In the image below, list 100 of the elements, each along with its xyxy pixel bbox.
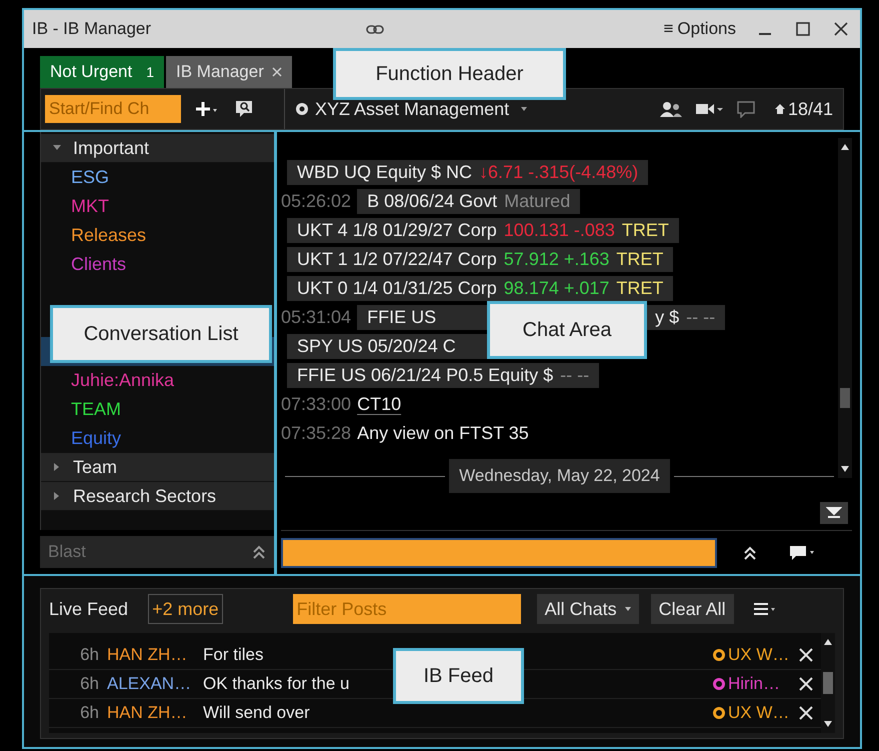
message-text: 57.912 +.163 xyxy=(504,248,610,271)
message-text: TRET xyxy=(616,277,664,300)
caret-icon xyxy=(521,107,528,111)
post-text: Will send over xyxy=(202,702,310,724)
callout-tooltip: Function Header xyxy=(333,48,566,100)
expand-triangle-icon[interactable] xyxy=(53,463,61,471)
tab[interactable]: IB Manager xyxy=(166,56,292,88)
video-camera-icon[interactable] xyxy=(696,101,723,117)
group-header[interactable]: Team xyxy=(41,453,274,482)
message-text: FFIE US xyxy=(367,306,436,329)
message-text: -- -- xyxy=(686,306,716,329)
message-text: ↓6.71 -.315(-4.48%) xyxy=(479,161,638,184)
callout-tooltip: Chat Area xyxy=(487,301,647,359)
conversation-name: Equity xyxy=(71,427,122,450)
menu-icon[interactable] xyxy=(754,602,775,616)
options-menu[interactable]: ≡ Options xyxy=(663,16,736,42)
conversation-name: MKT xyxy=(71,195,109,218)
sender-name[interactable]: HAN ZH… xyxy=(103,642,199,668)
link-icon[interactable] xyxy=(366,22,384,36)
scroll-down-icon[interactable] xyxy=(841,466,849,472)
post-text: For tiles xyxy=(202,644,264,666)
conversation-item[interactable]: TEAM xyxy=(41,395,274,424)
scroll-up-icon[interactable] xyxy=(824,639,832,645)
message-text: UKT 4 1/8 01/29/27 Corp xyxy=(297,219,497,242)
date-separator: Wednesday, May 22, 2024 xyxy=(449,459,670,493)
menu-icon: ≡ xyxy=(663,16,674,42)
blast-field[interactable]: Blast xyxy=(40,536,274,568)
timestamp: 07:35:28 xyxy=(281,422,352,445)
conversation-name: ESG xyxy=(71,166,110,189)
message-text: B 08/06/24 Govt xyxy=(367,190,498,213)
conversation-name: Releases xyxy=(71,224,146,247)
conversation-name: Clients xyxy=(71,253,126,276)
maximize-icon[interactable] xyxy=(796,22,810,36)
conversation-name: TEAM xyxy=(71,398,122,421)
room-tag[interactable]: UX W… xyxy=(713,642,799,668)
message-counter: 18/41 xyxy=(774,96,833,122)
sender-name[interactable]: ALEXAN… xyxy=(103,671,199,697)
post-text: OK thanks for the u xyxy=(202,673,350,696)
chat-bubble-icon[interactable] xyxy=(789,544,815,560)
all-chats-dropdown[interactable]: All Chats xyxy=(536,594,639,624)
message-text: Any view on FTST 35 xyxy=(357,422,529,445)
message-text: Matured xyxy=(504,190,570,213)
scroll-thumb[interactable] xyxy=(840,388,850,408)
post-age: 6h xyxy=(79,644,100,666)
scroll-up-icon[interactable] xyxy=(841,144,849,150)
add-icon[interactable] xyxy=(195,100,219,118)
conversation-item[interactable]: ESG xyxy=(41,163,274,192)
filter-field[interactable]: Filter Posts xyxy=(292,594,521,624)
scrollbar[interactable] xyxy=(838,138,852,478)
feed-title: Live Feed xyxy=(49,598,128,620)
group-header[interactable]: Research Sectors xyxy=(41,482,274,511)
tab-count: 1 xyxy=(146,62,154,82)
more-button[interactable]: +2 more xyxy=(148,594,223,624)
scroll-to-bottom-button[interactable] xyxy=(820,502,848,524)
room-tag[interactable]: Hirin… xyxy=(713,671,799,697)
expand-triangle-icon[interactable] xyxy=(53,492,61,500)
scrollbar[interactable] xyxy=(821,633,835,733)
timestamp: 07:33:00 xyxy=(281,393,352,416)
message-text: 100.131 -.083 xyxy=(504,219,615,242)
people-icon[interactable] xyxy=(660,101,682,117)
callout-tooltip: IB Feed xyxy=(393,648,524,704)
sender-name[interactable]: HAN ZH… xyxy=(103,700,199,726)
caret-icon xyxy=(624,607,631,611)
timestamp: 05:26:02 xyxy=(281,190,352,213)
post-age: 6h xyxy=(79,673,100,696)
conversation-item[interactable]: Equity xyxy=(41,424,274,453)
tab[interactable]: Not Urgent 1 xyxy=(40,56,164,88)
blast-input[interactable]: Blast xyxy=(48,539,228,565)
security-link[interactable]: CT10 xyxy=(357,391,402,418)
callout-tooltip: Conversation List xyxy=(50,305,272,363)
search-field[interactable]: Start/Find Ch xyxy=(45,95,181,123)
status-circle-icon xyxy=(295,102,309,116)
message-text: TRET xyxy=(616,248,664,271)
chat-search-icon[interactable] xyxy=(235,100,253,118)
scroll-down-icon[interactable] xyxy=(824,721,832,727)
close-icon[interactable] xyxy=(834,22,848,36)
room-tag[interactable]: UX W… xyxy=(713,700,799,726)
collapse-triangle-icon[interactable] xyxy=(53,144,61,152)
timestamp: 05:31:04 xyxy=(281,306,352,329)
message-text: UKT 1 1/2 07/22/47 Corp xyxy=(297,248,497,271)
message-text: y $ xyxy=(655,306,680,329)
message-text: -- -- xyxy=(560,364,590,387)
download-arrow-icon xyxy=(826,507,842,519)
conversation-item[interactable]: Releases xyxy=(41,221,274,250)
message-text: UKT 0 1/4 01/31/25 Corp xyxy=(297,277,497,300)
window-title: IB - IB Manager xyxy=(32,18,152,40)
scroll-thumb[interactable] xyxy=(823,672,833,694)
message-text: TRET xyxy=(622,219,669,242)
message-text: 98.174 +.017 xyxy=(504,277,610,300)
conversation-item[interactable]: Juhie:Annika xyxy=(41,366,274,395)
conversation-name: Juhie:Annika xyxy=(71,369,174,392)
message-text: WBD UQ Equity $ NC xyxy=(297,161,472,184)
message-text: FFIE US 06/21/24 P0.5 Equity $ xyxy=(297,364,554,387)
conversation-item[interactable]: Clients xyxy=(41,250,274,279)
clear-all-button[interactable]: Clear All xyxy=(650,594,734,624)
message-text: SPY US 05/20/24 C xyxy=(297,335,456,358)
conversation-item[interactable]: MKT xyxy=(41,192,274,221)
group-header[interactable]: Important xyxy=(41,134,274,163)
message-input[interactable] xyxy=(281,538,717,568)
post-age: 6h xyxy=(79,702,100,724)
